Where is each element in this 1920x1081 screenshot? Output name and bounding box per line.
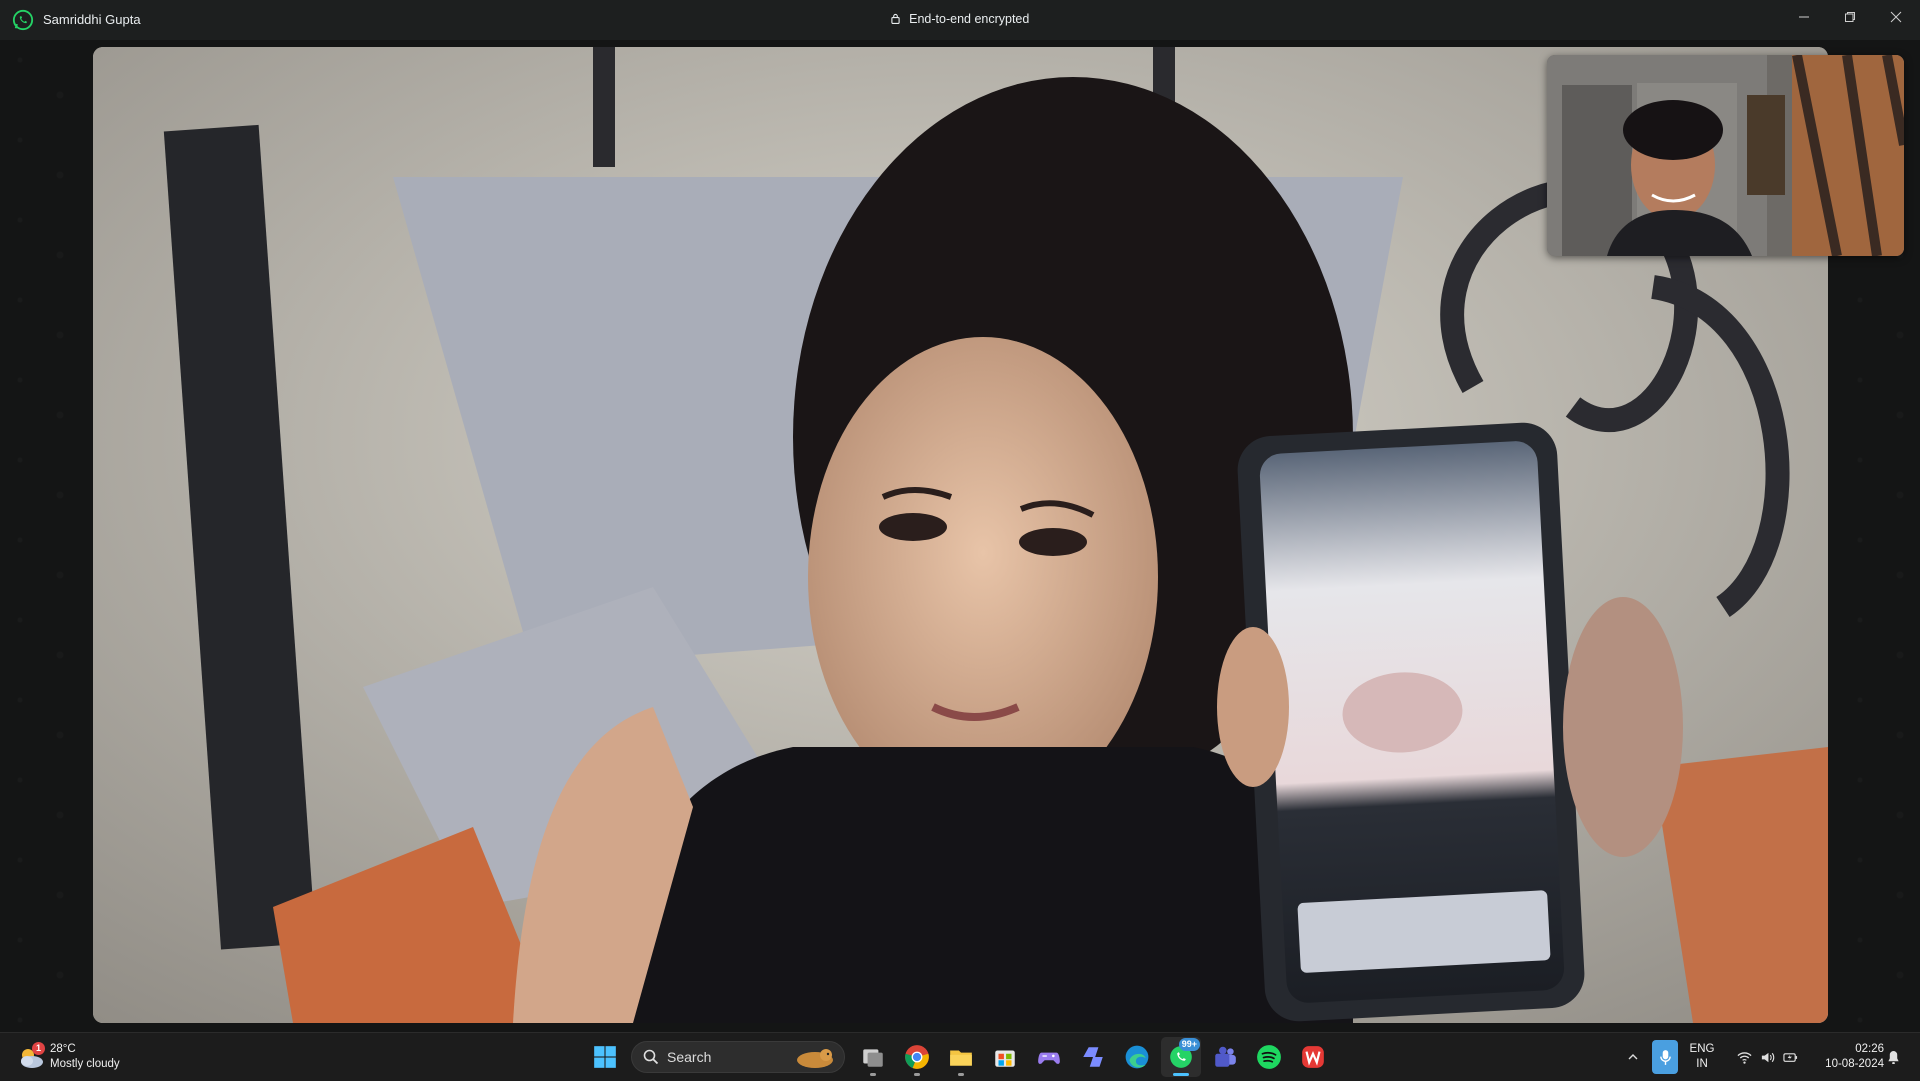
folder-icon	[950, 1050, 972, 1066]
quick-settings-button[interactable]	[1727, 1033, 1807, 1081]
self-video-frame	[1547, 55, 1904, 256]
copilot-button[interactable]	[1073, 1037, 1113, 1077]
language-indicator[interactable]: ENG IN	[1686, 1033, 1718, 1081]
weather-alert-badge: 1	[32, 1042, 45, 1055]
whatsapp-button[interactable]: 99+	[1161, 1037, 1201, 1077]
weather-condition: Mostly cloudy	[50, 1058, 120, 1070]
edge-icon	[1125, 1045, 1149, 1069]
spotify-icon	[1257, 1045, 1281, 1069]
chrome-button[interactable]	[897, 1037, 937, 1077]
weather-widget[interactable]: 1 28°C Mostly cloudy	[16, 1039, 120, 1075]
title-bar: Samriddhi Gupta End-to-end encrypted	[0, 0, 1920, 40]
clock[interactable]: 02:26 10-08-2024	[1808, 1033, 1884, 1081]
self-view-video[interactable]	[1547, 55, 1904, 256]
search-icon	[643, 1049, 659, 1065]
language-region: IN	[1696, 1058, 1708, 1070]
game-controller-icon	[1038, 1052, 1060, 1064]
encryption-label: End-to-end encrypted	[909, 12, 1030, 26]
xbox-button[interactable]	[1029, 1037, 1069, 1077]
taskbar-apps: Search 99+	[585, 1037, 1337, 1077]
restore-icon	[1845, 12, 1855, 22]
copilot-icon	[1083, 1047, 1103, 1067]
wps-icon	[1302, 1046, 1324, 1068]
chrome-icon	[905, 1045, 929, 1069]
search-highlight-icon	[797, 1049, 833, 1068]
file-explorer-button[interactable]	[941, 1037, 981, 1077]
restore-button[interactable]	[1827, 0, 1873, 34]
lock-icon	[891, 13, 900, 24]
close-button[interactable]	[1873, 0, 1919, 34]
chevron-up-icon	[1628, 1054, 1638, 1060]
start-button[interactable]	[585, 1037, 625, 1077]
spotify-button[interactable]	[1249, 1037, 1289, 1077]
microphone-button[interactable]	[1651, 1033, 1679, 1081]
wps-office-button[interactable]	[1293, 1037, 1333, 1077]
language-code: ENG	[1689, 1043, 1715, 1055]
teams-button[interactable]	[1205, 1037, 1245, 1077]
show-hidden-icons-button[interactable]	[1620, 1033, 1646, 1081]
windows-start-icon	[594, 1046, 616, 1068]
wifi-icon	[1736, 1051, 1752, 1064]
microphone-icon	[1659, 1049, 1671, 1065]
store-icon	[995, 1050, 1015, 1067]
teams-icon	[1215, 1046, 1236, 1067]
close-icon	[1890, 11, 1902, 23]
taskbar-search-box[interactable]: Search	[631, 1041, 845, 1073]
minimize-icon	[1799, 16, 1809, 18]
encryption-status: End-to-end encrypted	[0, 12, 1920, 26]
search-label: Search	[667, 1049, 712, 1065]
edge-button[interactable]	[1117, 1037, 1157, 1077]
bell-icon	[1887, 1050, 1899, 1064]
weather-temperature: 28°C	[50, 1043, 76, 1055]
clock-date: 10-08-2024	[1825, 1058, 1884, 1070]
battery-charging-icon	[1782, 1052, 1797, 1062]
cloudy-weather-icon: 1	[16, 1042, 46, 1072]
task-view-button[interactable]	[853, 1037, 893, 1077]
task-view-icon	[863, 1049, 883, 1067]
whatsapp-unread-badge: 99+	[1178, 1038, 1200, 1051]
taskbar: 1 28°C Mostly cloudy Search 99+ ENG IN 0…	[0, 1032, 1920, 1081]
volume-icon	[1761, 1052, 1774, 1062]
minimize-button[interactable]	[1781, 0, 1827, 34]
notifications-button[interactable]	[1880, 1033, 1906, 1081]
microsoft-store-button[interactable]	[985, 1037, 1025, 1077]
